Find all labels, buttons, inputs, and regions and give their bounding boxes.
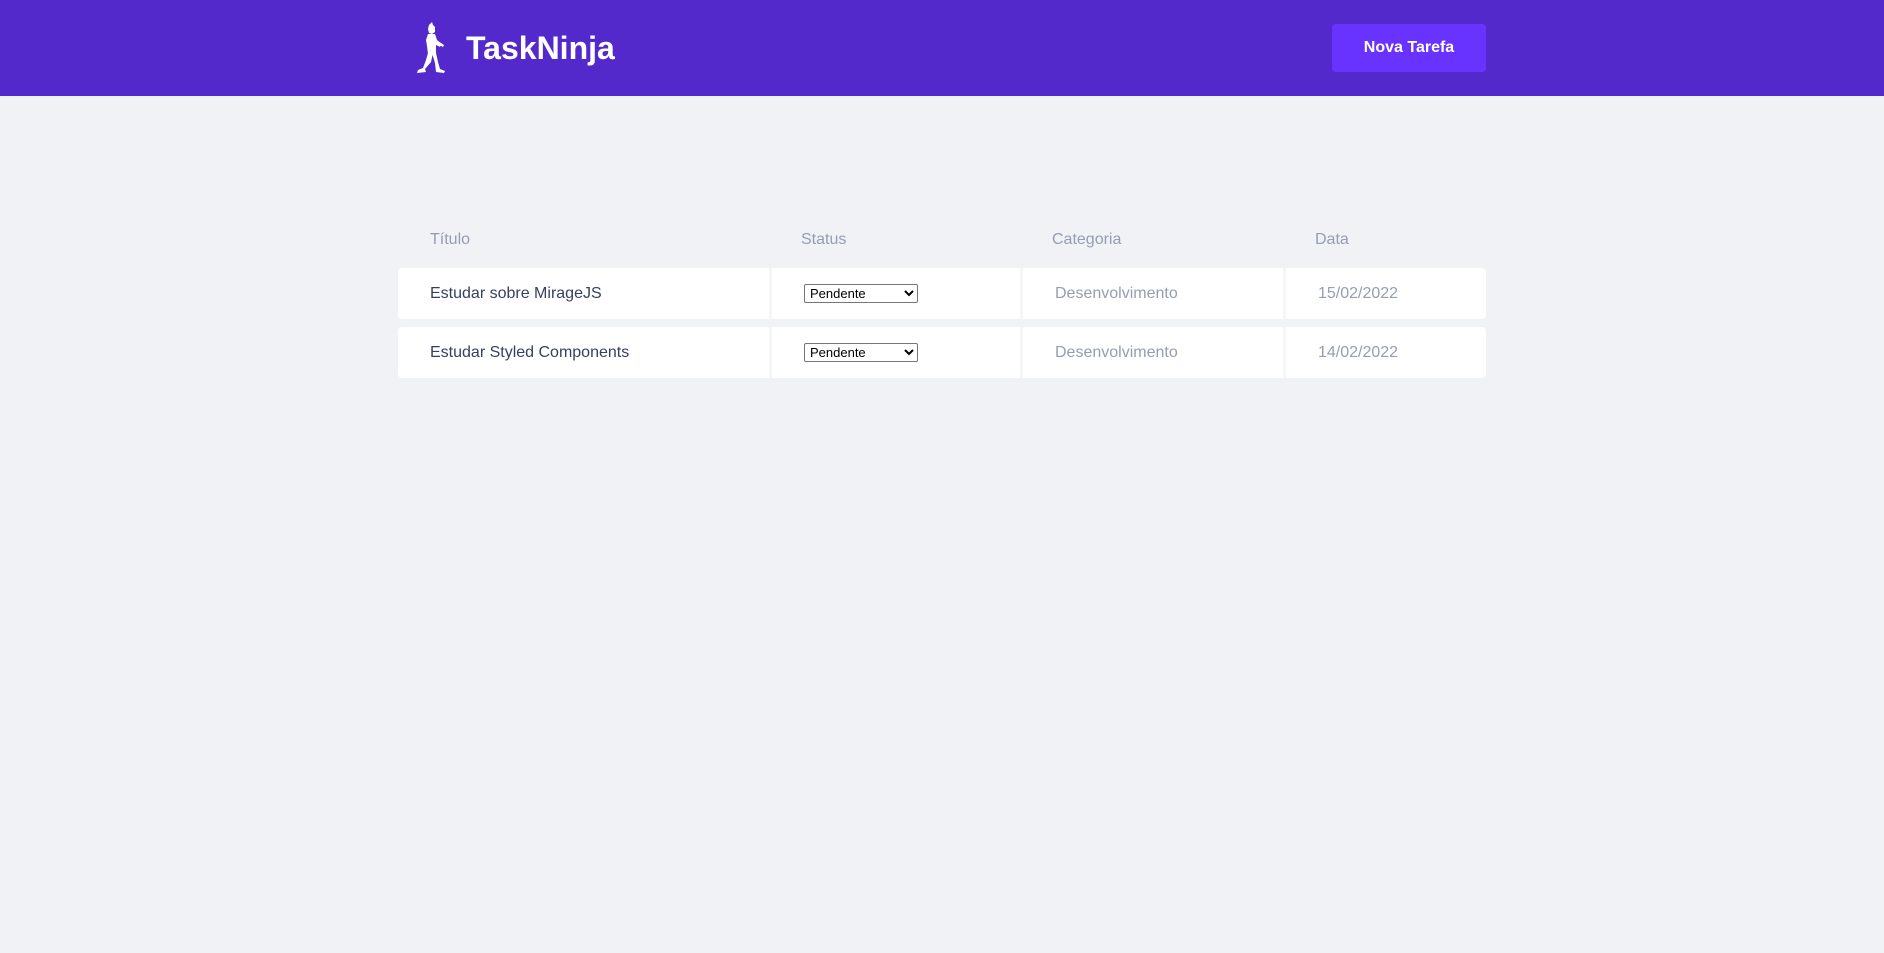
app-header: TaskNinja Nova Tarefa: [0, 0, 1884, 96]
status-select[interactable]: Pendente: [804, 343, 918, 362]
column-header-status: Status: [801, 231, 847, 248]
status-cell: Pendente: [769, 327, 1020, 378]
task-category: Desenvolvimento: [1020, 268, 1283, 319]
column-header-date: Data: [1315, 231, 1349, 248]
task-table-container: Título Status Categoria Data Estudar sob…: [398, 212, 1486, 386]
table-header-row: Título Status Categoria Data: [398, 220, 1486, 260]
task-date: 14/02/2022: [1283, 327, 1486, 378]
task-title: Estudar sobre MirageJS: [398, 268, 769, 319]
status-select[interactable]: Pendente: [804, 284, 918, 303]
ninja-icon: [417, 22, 445, 73]
column-header-title: Título: [430, 231, 471, 248]
task-date: 15/02/2022: [1283, 268, 1486, 319]
column-header-category: Categoria: [1052, 231, 1122, 248]
table-row: Estudar sobre MirageJS Pendente Desenvol…: [398, 268, 1486, 319]
status-cell: Pendente: [769, 268, 1020, 319]
new-task-button[interactable]: Nova Tarefa: [1332, 24, 1486, 72]
task-category: Desenvolvimento: [1020, 327, 1283, 378]
header-content: TaskNinja Nova Tarefa: [398, 0, 1486, 96]
app-title: TaskNinja: [466, 30, 615, 66]
task-table: Título Status Categoria Data Estudar sob…: [398, 212, 1486, 386]
task-title: Estudar Styled Components: [398, 327, 769, 378]
table-row: Estudar Styled Components Pendente Desen…: [398, 327, 1486, 378]
